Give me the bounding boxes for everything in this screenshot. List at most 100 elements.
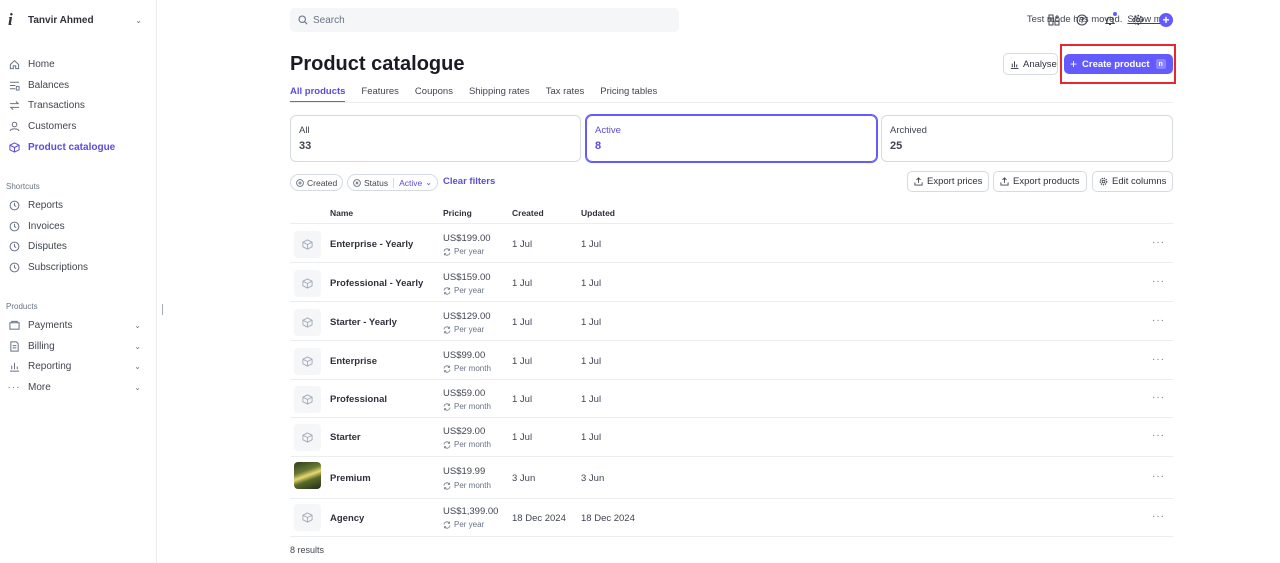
status-filter-chip[interactable]: Status Active ⌄ (347, 174, 438, 191)
column-header-updated[interactable]: Updated (581, 208, 615, 218)
clock-icon (8, 261, 20, 273)
sidebar-item-billing[interactable]: Billing ⌄ (0, 336, 157, 357)
export-products-label: Export products (1013, 176, 1080, 187)
sidebar-item-label: Product catalogue (28, 141, 116, 153)
product-catalogue-icon (8, 141, 20, 153)
account-switcher[interactable]: i Tanvir Ahmed ⌄ (8, 10, 142, 30)
search-bar[interactable] (290, 8, 679, 32)
sidebar-item-home[interactable]: Home (0, 54, 157, 75)
clear-filters-link[interactable]: Clear filters (443, 176, 495, 187)
row-actions-more-icon[interactable]: ··· (1152, 511, 1165, 522)
status-card-all[interactable]: All 33 (290, 115, 581, 162)
tab-all-products[interactable]: All products (290, 86, 346, 103)
highlight-box (1060, 44, 1176, 84)
add-filter-icon (296, 178, 304, 187)
table-row[interactable]: Agency US$1,399.00 Per year 18 Dec 2024 … (290, 500, 1173, 537)
product-name[interactable]: Starter (330, 432, 361, 443)
tab-shipping-rates[interactable]: Shipping rates (469, 86, 530, 103)
more-dots-icon: ··· (7, 381, 21, 393)
table-row[interactable]: Enterprise US$99.00 Per month 1 Jul 1 Ju… (290, 342, 1173, 380)
column-header-pricing[interactable]: Pricing (443, 208, 472, 218)
product-placeholder-icon (294, 424, 321, 451)
chevron-down-icon: ⌄ (134, 362, 141, 372)
notifications-bell-icon[interactable] (1102, 12, 1118, 28)
sidebar-item-customers[interactable]: Customers (0, 116, 157, 137)
tabs-divider (290, 102, 1173, 103)
gear-icon (1099, 177, 1108, 186)
sidebar-item-balances[interactable]: Balances (0, 75, 157, 96)
export-prices-button[interactable]: Export prices (907, 171, 990, 192)
product-name[interactable]: Professional (330, 394, 387, 405)
sidebar-item-product-catalogue[interactable]: Product catalogue (0, 137, 157, 158)
search-input[interactable] (313, 14, 653, 26)
row-actions-more-icon[interactable]: ··· (1152, 430, 1165, 441)
status-card-count: 8 (595, 140, 602, 152)
status-card-archived[interactable]: Archived 25 (881, 115, 1173, 162)
home-icon (8, 58, 20, 70)
row-actions-more-icon[interactable]: ··· (1152, 237, 1165, 248)
billing-period: Per year (443, 325, 484, 334)
table-row[interactable]: Starter US$29.00 Per month 1 Jul 1 Jul ·… (290, 419, 1173, 457)
table-row[interactable]: Premium US$19.99 Per month 3 Jun 3 Jun ·… (290, 458, 1173, 499)
row-actions-more-icon[interactable]: ··· (1152, 471, 1165, 482)
sidebar-item-payments[interactable]: Payments ⌄ (0, 315, 157, 336)
status-card-active[interactable]: Active 8 (586, 115, 877, 162)
page-title: Product catalogue (290, 53, 465, 75)
product-name[interactable]: Professional - Yearly (330, 278, 423, 289)
table-header: Name Pricing Created Updated (290, 203, 1173, 224)
create-new-icon[interactable]: + (1158, 12, 1174, 28)
product-name[interactable]: Enterprise (330, 356, 377, 367)
created-filter-chip[interactable]: Created (290, 174, 344, 191)
updated-date: 1 Jul (581, 317, 602, 328)
row-actions-more-icon[interactable]: ··· (1152, 354, 1165, 365)
sidebar-item-disputes[interactable]: Disputes (0, 236, 157, 257)
billing-period-label: Per month (454, 440, 491, 449)
table-row[interactable]: Professional - Yearly US$159.00 Per year… (290, 264, 1173, 302)
sidebar-item-transactions[interactable]: Transactions (0, 95, 157, 116)
results-count: 8 results (290, 545, 325, 555)
table-row[interactable]: Enterprise - Yearly US$199.00 Per year 1… (290, 225, 1173, 263)
table-row[interactable]: Starter - Yearly US$129.00 Per year 1 Ju… (290, 303, 1173, 341)
sidebar-item-label: Payments (28, 319, 73, 331)
analyse-button[interactable]: Analyse (1003, 53, 1058, 75)
product-name[interactable]: Agency (330, 513, 364, 524)
sidebar-item-label: Customers (28, 120, 77, 132)
apps-icon[interactable] (1046, 12, 1062, 28)
billing-period-label: Per month (454, 402, 491, 411)
main-nav: Home Balances Transactions Customers Pro… (0, 54, 157, 157)
recurring-icon (443, 364, 451, 373)
table-row[interactable]: Professional US$59.00 Per month 1 Jul 1 … (290, 381, 1173, 418)
remove-filter-icon[interactable] (353, 178, 361, 187)
row-actions-more-icon[interactable]: ··· (1152, 276, 1165, 287)
recurring-icon (443, 520, 451, 529)
row-actions-more-icon[interactable]: ··· (1152, 315, 1165, 326)
sidebar-item-reports[interactable]: Reports (0, 195, 157, 216)
sidebar-item-label: Reports (28, 199, 64, 211)
product-name[interactable]: Premium (330, 473, 371, 484)
sidebar-item-more[interactable]: ··· More ⌄ (0, 377, 157, 398)
product-name[interactable]: Starter - Yearly (330, 317, 397, 328)
created-date: 1 Jul (512, 278, 533, 289)
tab-coupons[interactable]: Coupons (415, 86, 453, 103)
product-placeholder-icon (294, 348, 321, 375)
tab-features[interactable]: Features (361, 86, 399, 103)
sidebar-item-label: Home (28, 58, 55, 70)
sidebar-resize-handle[interactable] (162, 304, 163, 315)
settings-gear-icon[interactable] (1130, 12, 1146, 28)
bar-chart-icon (1010, 60, 1019, 69)
sidebar-item-invoices[interactable]: Invoices (0, 216, 157, 237)
product-placeholder-icon (294, 386, 321, 413)
billing-period: Per month (443, 402, 491, 411)
products-heading: Products (6, 302, 38, 311)
tab-pricing-tables[interactable]: Pricing tables (600, 86, 657, 103)
sidebar-item-subscriptions[interactable]: Subscriptions (0, 257, 157, 278)
edit-columns-button[interactable]: Edit columns (1092, 171, 1174, 192)
row-actions-more-icon[interactable]: ··· (1152, 392, 1165, 403)
export-products-button[interactable]: Export products (993, 171, 1087, 192)
column-header-name[interactable]: Name (330, 208, 353, 218)
product-name[interactable]: Enterprise - Yearly (330, 239, 413, 250)
sidebar-item-reporting[interactable]: Reporting ⌄ (0, 356, 157, 377)
help-icon[interactable] (1074, 12, 1090, 28)
tab-tax-rates[interactable]: Tax rates (546, 86, 585, 103)
column-header-created[interactable]: Created (512, 208, 544, 218)
